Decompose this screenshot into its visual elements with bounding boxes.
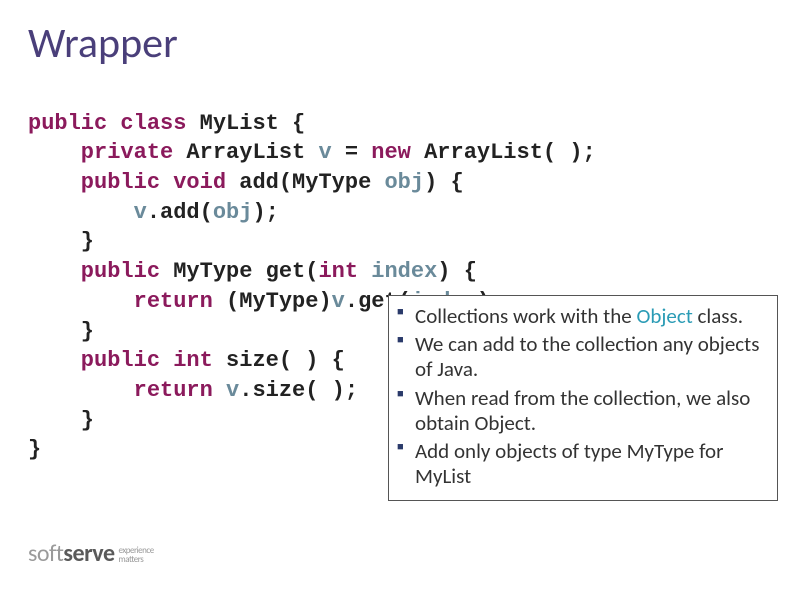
code-token: size( ) { [213,348,345,373]
code-token: MyType get( [160,259,318,284]
code-token: .size( ); [239,378,358,403]
code-token: public [28,259,160,284]
slide-title: Wrapper [0,0,800,79]
code-token: private [28,140,173,165]
code-token: ) { [437,259,477,284]
code-token: } [28,229,94,254]
code-token: v [318,140,331,165]
info-text: class. [693,303,743,329]
code-token: v [134,200,147,225]
code-token: public class [28,111,186,136]
code-token: int [318,259,358,284]
code-token: } [28,319,94,344]
list-item: Collections work with the Object class. [397,304,767,329]
code-token: return [28,378,213,403]
list-item: When read from the collection, we also o… [397,386,767,436]
code-token: ) { [424,170,464,195]
code-token: ); [252,200,278,225]
softserve-logo: softserve experiencematters [28,539,154,568]
code-token: index [371,259,437,284]
code-token: public int [28,348,213,373]
logo-tagline: experiencematters [119,546,154,564]
logo-part-soft: soft [28,539,63,568]
code-token: public void [28,170,226,195]
code-token: add(MyType [226,170,384,195]
code-token [28,200,134,225]
info-text: Collections work with the [415,303,636,329]
code-token: } [28,408,94,433]
code-token: MyList { [186,111,305,136]
info-highlight: Object [636,303,692,329]
list-item: Add only objects of type MyType for MyLi… [397,439,767,489]
code-token [358,259,371,284]
info-box: Collections work with the Object class. … [388,295,778,501]
code-token: v [332,289,345,314]
code-token: new [371,140,411,165]
logo-part-serve: serve [63,539,114,568]
code-token: v [226,378,239,403]
list-item: We can add to the collection any objects… [397,332,767,382]
code-token: } [28,437,41,462]
code-token [213,378,226,403]
code-token: (MyType) [213,289,332,314]
code-token: ArrayList( ); [411,140,596,165]
code-token: ArrayList [173,140,318,165]
code-token: obj [384,170,424,195]
code-token: obj [213,200,253,225]
code-token: .add( [147,200,213,225]
code-token: = [332,140,372,165]
code-token: return [28,289,213,314]
